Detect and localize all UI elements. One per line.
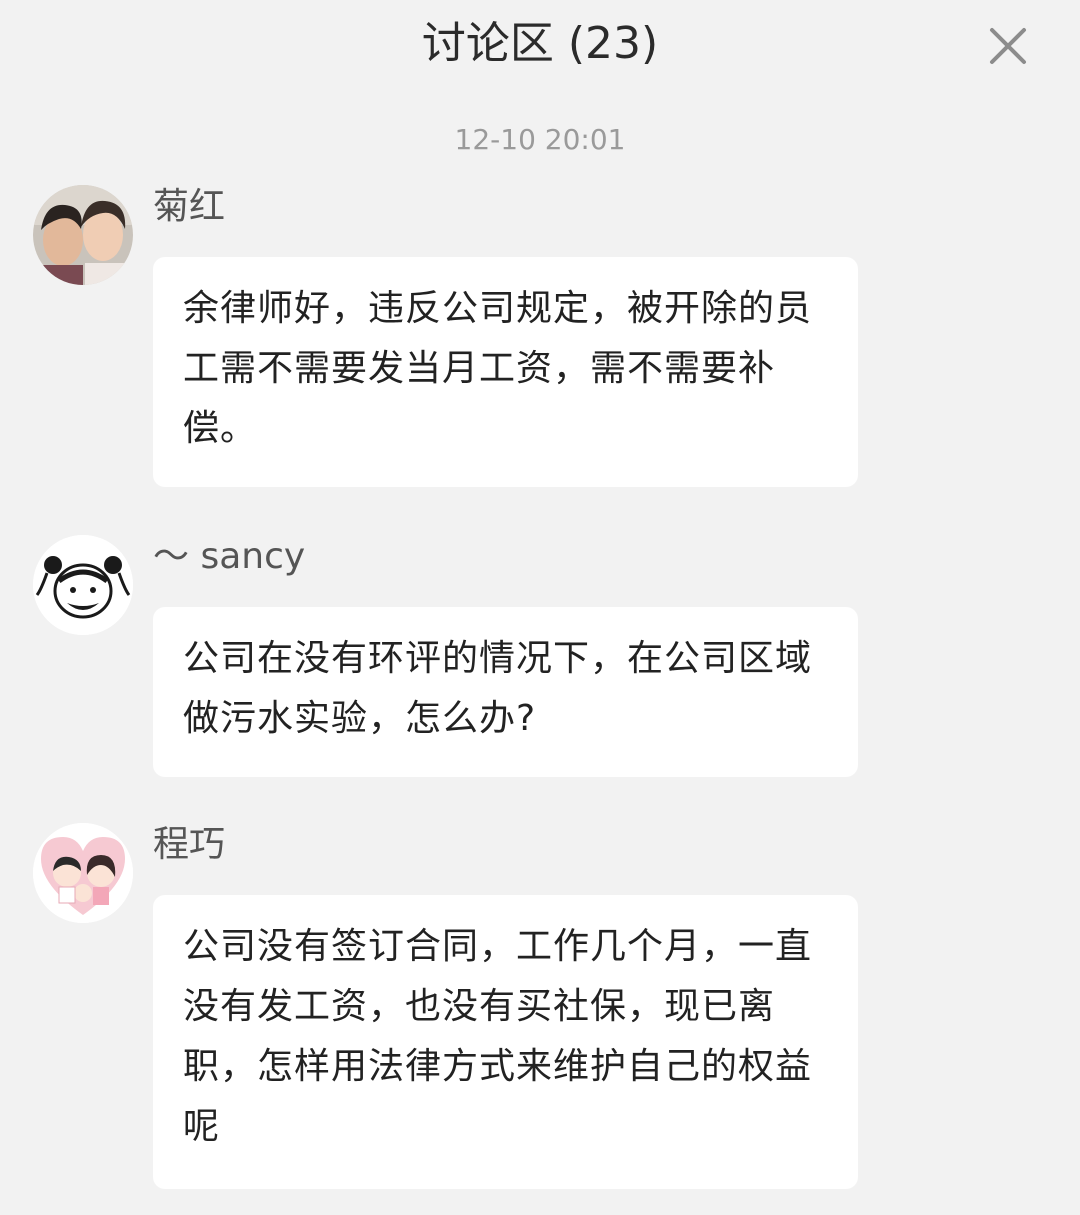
- photo-avatar-icon: [33, 185, 133, 285]
- header: 讨论区 (23): [0, 0, 1080, 95]
- page-title: 讨论区 (23): [421, 18, 659, 69]
- message-bubble: 公司在没有环评的情况下，在公司区域做污水实验，怎么办?: [153, 607, 858, 777]
- avatar[interactable]: [33, 185, 133, 285]
- message-bubble: 余律师好，违反公司规定，被开除的员工需不需要发当月工资，需不需要补偿。: [153, 257, 858, 487]
- avatar[interactable]: [33, 535, 133, 635]
- close-icon: [990, 28, 1026, 64]
- message-text: 公司没有签订合同，工作几个月，一直没有发工资，也没有买社保，现已离职，怎样用法律…: [183, 926, 813, 1147]
- message-bubble: 公司没有签订合同，工作几个月，一直没有发工资，也没有买社保，现已离职，怎样用法律…: [153, 895, 858, 1189]
- username: ～ sancy: [153, 536, 306, 577]
- message-text: 余律师好，违反公司规定，被开除的员工需不需要发当月工资，需不需要补偿。: [183, 288, 813, 449]
- close-button[interactable]: [984, 22, 1032, 70]
- couple-heart-avatar-icon: [33, 823, 133, 923]
- avatar[interactable]: [33, 823, 133, 923]
- cartoon-face-avatar-icon: [33, 535, 133, 635]
- username: 程巧: [153, 824, 226, 865]
- timestamp: 12-10 20:01: [454, 123, 626, 156]
- message-text: 公司在没有环评的情况下，在公司区域做污水实验，怎么办?: [183, 638, 813, 739]
- username: 菊红: [153, 186, 226, 227]
